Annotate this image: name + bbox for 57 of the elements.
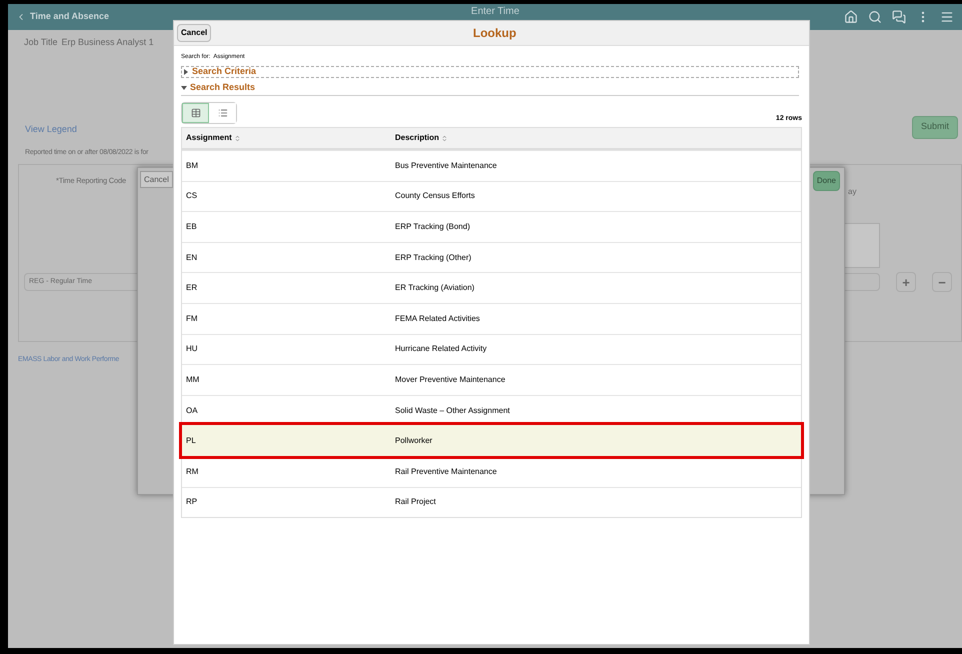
assignment-cell-text: BM — [185, 160, 199, 172]
menu-icon[interactable] — [940, 10, 954, 24]
column-header[interactable]: Assignment — [182, 132, 391, 144]
caret-icon — [183, 69, 189, 75]
description-cell-text: Bus Preventive Maintenance — [394, 160, 498, 172]
page-title: Enter Time — [471, 6, 520, 18]
dialog-title: Lookup — [473, 25, 516, 42]
assignment-cell-text: EN — [185, 252, 198, 264]
table-row[interactable]: FM FEMA Related Activities — [182, 302, 801, 334]
section-toggle[interactable]: Search Criteria — [181, 66, 799, 78]
assignment-cell-text: CS — [185, 190, 198, 202]
job-title-label: Job Title — [24, 36, 58, 49]
chat-icon[interactable] — [892, 10, 906, 24]
table-row[interactable]: MM Mover Preventive Maintenance — [182, 364, 801, 395]
section-toggle[interactable]: Search Results — [181, 82, 799, 96]
assignment-cell-text: FM — [185, 312, 199, 325]
description-cell-text: Solid Waste – Other Assignment — [394, 404, 511, 417]
table-row[interactable]: HU Hurricane Related Activity — [182, 334, 801, 364]
table-row[interactable]: BM Bus Preventive Maintenance — [182, 150, 801, 181]
caret-icon — [181, 84, 187, 90]
cancel-button[interactable]: Cancel — [140, 171, 173, 188]
table-row[interactable]: EN ERP Tracking (Other) — [182, 242, 801, 272]
assignment-cell-text: HU — [185, 343, 199, 356]
assignment-cell-text: PL — [185, 434, 197, 447]
table-row[interactable]: PL Pollworker — [182, 425, 801, 456]
grid-icon — [190, 108, 200, 118]
table-row[interactable]: RP Rail Project — [182, 486, 801, 518]
column-heading: ay — [848, 186, 856, 198]
cancel-button[interactable]: Cancel — [177, 24, 212, 42]
done-button[interactable]: Done — [812, 171, 840, 191]
sort-icon — [234, 134, 241, 142]
description-cell-text: Rail Preventive Maintenance — [394, 466, 498, 478]
table-row[interactable]: RM Rail Preventive Maintenance — [182, 456, 801, 487]
search-icon[interactable] — [868, 10, 882, 24]
column-header[interactable]: Description — [391, 132, 452, 144]
description-cell-text: Mover Preventive Maintenance — [394, 374, 506, 386]
table-row[interactable]: ER ER Tracking (Aviation) — [182, 272, 801, 303]
job-title-value: Erp Business Analyst 1 — [62, 36, 154, 49]
assignment-cell-text: EB — [185, 220, 198, 233]
table-row[interactable]: EB ERP Tracking (Bond) — [182, 211, 801, 242]
description-cell-text: Pollworker — [394, 434, 434, 447]
description-cell-text: Rail Project — [394, 496, 437, 508]
description-cell-text: FEMA Related Activities — [394, 312, 481, 325]
sort-icon — [441, 134, 448, 142]
table-row[interactable]: CS County Census Efforts — [182, 180, 801, 212]
description-cell-text: ER Tracking (Aviation) — [394, 282, 476, 294]
assignment-cell-text: ER — [185, 282, 198, 294]
description-cell-text: ERP Tracking (Other) — [394, 252, 472, 264]
description-cell-text: Hurricane Related Activity — [394, 343, 488, 356]
description-cell-text: County Census Efforts — [394, 190, 476, 202]
assignment-cell-text: RP — [185, 496, 198, 508]
view-toggle-button[interactable] — [182, 103, 209, 123]
assignment-cell-text: OA — [185, 404, 199, 417]
description-cell-text: ERP Tracking (Bond) — [394, 220, 471, 233]
assignment-cell-text: MM — [185, 374, 200, 386]
home-icon[interactable] — [844, 10, 858, 24]
assignment-cell-text: RM — [185, 466, 200, 478]
